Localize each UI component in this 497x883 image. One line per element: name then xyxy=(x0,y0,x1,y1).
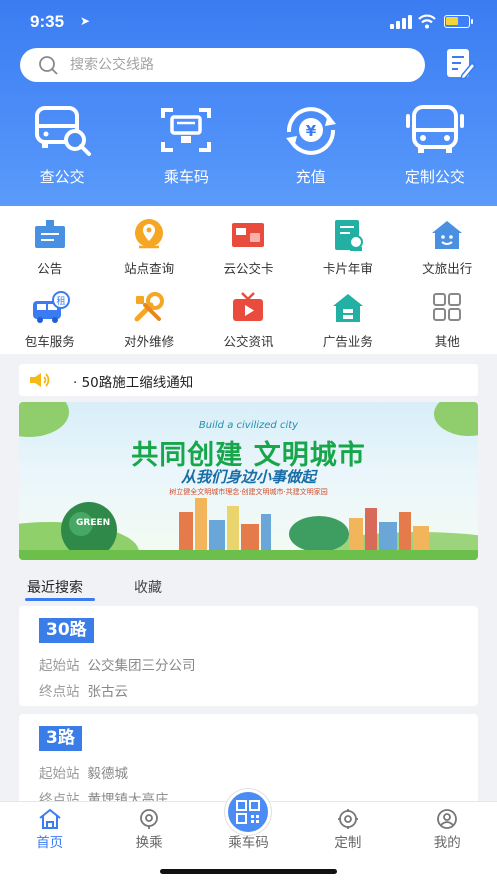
qr-ticket-icon xyxy=(161,108,212,152)
document-edit-icon[interactable] xyxy=(444,47,476,81)
start-stop-label: 起始站 xyxy=(39,658,80,674)
grid-item-label: 公交资讯 xyxy=(223,334,274,349)
grid-item-label: 卡片年审 xyxy=(322,261,373,276)
header: 9:35 ➤ 搜索公交线路 查公交 乘车码 ¥ 充值 定制公交 xyxy=(0,0,497,212)
banner-globe-text: GREEN xyxy=(76,518,111,528)
search-icon xyxy=(39,56,58,75)
notice-bar[interactable]: · 50路施工缩线通知 xyxy=(19,364,478,396)
tabbar-label: 我的 xyxy=(433,835,461,851)
qr-code-icon xyxy=(236,800,260,824)
map-pin-icon xyxy=(135,219,164,249)
grid-item-label: 公告 xyxy=(37,261,63,276)
service-grid: 公告 站点查询 云公交卡 卡片年审 文旅出行 租 包车服务 对外维修 公交资讯 … xyxy=(0,206,497,354)
end-stop-label: 终点站 xyxy=(39,684,80,700)
grid-item-stop-search[interactable]: 站点查询 xyxy=(99,206,198,280)
custom-icon xyxy=(337,809,358,829)
battery-icon xyxy=(444,15,473,28)
service-grid-row: 租 包车服务 对外维修 公交资讯 广告业务 其他 xyxy=(0,279,497,353)
svg-text:¥: ¥ xyxy=(305,122,316,140)
notice-board-icon xyxy=(34,220,65,248)
tabbar-label: 换乘 xyxy=(135,835,163,851)
grid-item-bus-news[interactable]: 公交资讯 xyxy=(199,279,298,353)
quick-action-custom-bus[interactable]: 定制公交 xyxy=(373,102,497,192)
banner-subtitle: 从我们身边小事做起 xyxy=(180,468,316,486)
route-card[interactable]: 30路 起始站 公交集团三分公司 终点站 张古云 xyxy=(19,606,478,706)
promo-banner[interactable]: Build a civilized city 共同创建 文明城市 从我们身边小事… xyxy=(19,402,478,560)
end-stop-row: 终点站 张古云 xyxy=(39,680,128,700)
grid-icon xyxy=(433,293,462,321)
tabbar-transfer[interactable]: 换乘 xyxy=(99,802,198,862)
search-bar[interactable] xyxy=(20,48,425,82)
start-stop-label: 起始站 xyxy=(39,766,80,782)
quick-action-recharge[interactable]: ¥ 充值 xyxy=(249,102,373,192)
route-name-badge: 3路 xyxy=(39,726,82,751)
quick-action-label: 充值 xyxy=(295,168,326,186)
start-stop-row: 起始站 公交集团三分公司 xyxy=(39,654,196,674)
grid-item-charter[interactable]: 租 包车服务 xyxy=(0,279,99,353)
grid-item-label: 文旅出行 xyxy=(422,261,473,276)
grid-item-notice[interactable]: 公告 xyxy=(0,206,99,280)
grid-item-repair[interactable]: 对外维修 xyxy=(99,279,198,353)
status-bar: 9:35 ➤ xyxy=(0,0,497,44)
grid-item-label: 包车服务 xyxy=(24,334,75,349)
grid-item-label: 云公交卡 xyxy=(223,261,274,276)
bus-search-icon xyxy=(35,106,92,156)
speaker-icon xyxy=(30,373,50,387)
start-stop-value: 公交集团三分公司 xyxy=(87,658,196,674)
quick-action-label: 乘车码 xyxy=(163,168,209,186)
ad-house-icon xyxy=(332,294,363,322)
grid-item-label: 广告业务 xyxy=(322,334,373,349)
location-arrow-icon: ➤ xyxy=(80,14,91,28)
svg-text:租: 租 xyxy=(56,296,65,307)
rent-car-icon: 租 xyxy=(32,291,70,323)
quick-action-label: 定制公交 xyxy=(404,168,465,186)
wifi-icon xyxy=(418,14,436,29)
start-stop-value: 毅德城 xyxy=(87,766,129,782)
end-stop-value: 张古云 xyxy=(87,684,129,700)
banner-english: Build a civilized city xyxy=(198,420,299,431)
service-grid-row: 公告 站点查询 云公交卡 卡片年审 文旅出行 xyxy=(0,206,497,280)
grid-item-label: 对外维修 xyxy=(124,334,175,349)
grid-item-label: 其他 xyxy=(434,334,460,349)
search-tabs: 最近搜索 收藏 xyxy=(19,574,319,604)
yuan-refresh-icon: ¥ xyxy=(285,107,336,155)
route-name-badge: 30路 xyxy=(39,618,94,643)
card-icon xyxy=(232,223,265,247)
repair-icon xyxy=(134,292,165,322)
quick-action-bus-search[interactable]: 查公交 xyxy=(0,102,124,192)
signal-icon xyxy=(390,15,412,29)
tabbar-profile[interactable]: 我的 xyxy=(398,802,497,862)
tabbar-label: 定制 xyxy=(334,835,362,851)
tab-active-indicator xyxy=(25,598,95,601)
status-time: 9:35 xyxy=(30,12,65,31)
transfer-icon xyxy=(140,809,158,829)
home-icon xyxy=(39,808,61,829)
house-smile-icon xyxy=(432,221,463,249)
profile-icon xyxy=(437,809,458,829)
tabbar-home[interactable]: 首页 xyxy=(0,802,99,862)
tabbar-custom[interactable]: 定制 xyxy=(298,802,397,862)
grid-item-other[interactable]: 其他 xyxy=(398,279,497,353)
notice-text: · 50路施工缩线通知 xyxy=(73,375,194,391)
quick-actions: 查公交 乘车码 ¥ 充值 定制公交 xyxy=(0,102,497,192)
id-card-icon xyxy=(334,220,363,251)
quick-action-ride-code[interactable]: 乘车码 xyxy=(124,102,248,192)
home-indicator xyxy=(160,869,337,874)
tv-icon xyxy=(233,292,264,321)
ride-code-center-button[interactable] xyxy=(225,789,271,835)
grid-item-card-review[interactable]: 卡片年审 xyxy=(298,206,397,280)
tab-favorites[interactable]: 收藏 xyxy=(134,577,162,597)
tab-recent-search[interactable]: 最近搜索 xyxy=(27,577,83,597)
grid-item-tourism[interactable]: 文旅出行 xyxy=(398,206,497,280)
banner-small-text: 树立健全文明城市理念·创建文明城市·共建文明家园 xyxy=(169,488,328,496)
start-stop-row: 起始站 毅德城 xyxy=(39,762,128,782)
grid-item-cloud-card[interactable]: 云公交卡 xyxy=(199,206,298,280)
grid-item-advertising[interactable]: 广告业务 xyxy=(298,279,397,353)
bus-front-icon xyxy=(405,105,464,153)
quick-action-label: 查公交 xyxy=(39,168,85,186)
tabbar-label: 首页 xyxy=(36,835,64,851)
grid-item-label: 站点查询 xyxy=(124,261,175,276)
search-input[interactable] xyxy=(70,52,410,78)
